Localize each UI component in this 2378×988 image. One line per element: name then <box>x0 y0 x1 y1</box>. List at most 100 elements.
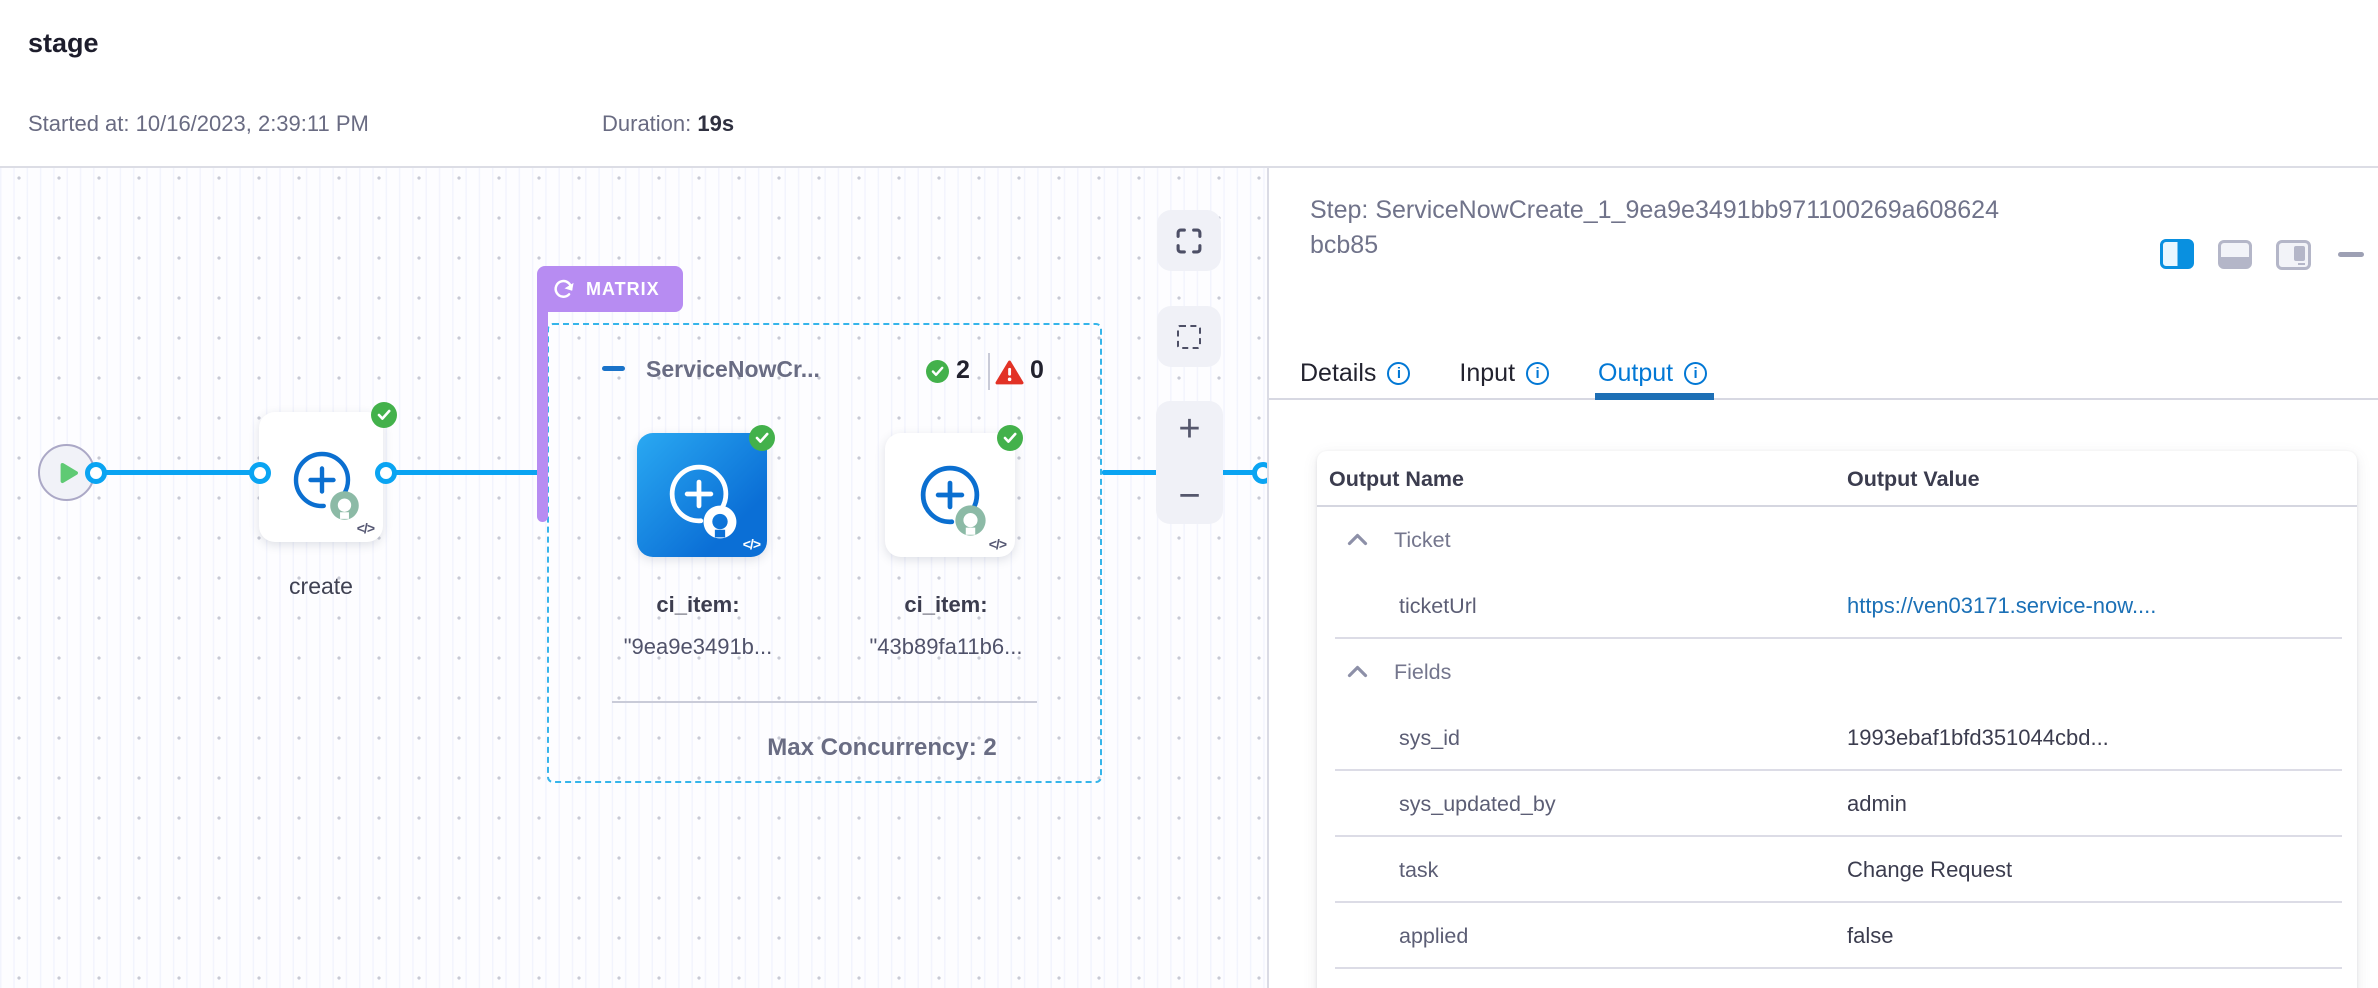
table-row: applied false <box>1317 903 2357 969</box>
port-start-out <box>85 462 107 484</box>
expand-icon <box>1175 227 1203 255</box>
matrix-count-separator <box>988 353 990 390</box>
create-node-label: create <box>254 573 388 600</box>
check-icon <box>1003 432 1017 444</box>
servicenow-logo-icon <box>953 503 988 538</box>
node-label-value: "9ea9e3491b... <box>596 634 800 660</box>
info-icon[interactable]: i <box>1684 362 1707 385</box>
check-icon <box>377 409 391 421</box>
warning-triangle-icon <box>995 360 1024 391</box>
port-create-out <box>375 462 397 484</box>
zoom-in-button[interactable]: + <box>1156 407 1223 451</box>
output-value: Change Request <box>1847 857 2012 883</box>
layout-floating-button[interactable] <box>2276 240 2311 270</box>
success-badge-icon <box>926 360 949 383</box>
create-step-node[interactable]: </> <box>259 412 383 542</box>
duration-label: Duration: <box>602 111 691 136</box>
code-icon: </> <box>989 536 1006 552</box>
output-name: ticketUrl <box>1399 594 1477 619</box>
fit-to-screen-button[interactable] <box>1157 210 1221 271</box>
minimize-panel-button[interactable] <box>2338 252 2364 257</box>
marquee-icon <box>1177 325 1201 349</box>
table-row: sys_updated_by admin <box>1317 771 2357 837</box>
code-icon: </> <box>743 536 760 552</box>
table-row: task Change Request <box>1317 837 2357 903</box>
tab-input-label: Input <box>1459 359 1515 388</box>
tab-output-label: Output <box>1598 359 1673 388</box>
port-create-in <box>249 462 271 484</box>
group-label: Ticket <box>1394 528 1451 553</box>
output-value: false <box>1847 923 1893 949</box>
tab-output[interactable]: Output i <box>1598 349 1707 398</box>
check-icon <box>755 432 769 444</box>
check-icon <box>931 366 944 377</box>
group-label: Fields <box>1394 660 1451 685</box>
step-tabs: Details i Input i Output i <box>1269 349 2378 400</box>
output-name: applied <box>1399 924 1468 949</box>
success-badge-icon <box>997 425 1023 451</box>
edge-create-to-matrix <box>386 470 544 475</box>
tab-details-label: Details <box>1300 359 1376 388</box>
node-label-key: ci_item: <box>844 592 1048 618</box>
table-group-row[interactable]: Fields <box>1317 639 2357 705</box>
duration-value: 19s <box>691 111 734 136</box>
execution-graph-screen: stage Started at: 10/16/2023, 2:39:11 PM… <box>0 0 2378 988</box>
table-row: ticketUrl https://ven03171.service-now...… <box>1317 573 2357 639</box>
layout-floating-inner <box>2294 246 2305 261</box>
node-label-key: ci_item: <box>596 592 800 618</box>
servicenow-logo-icon <box>701 503 739 541</box>
started-at-label: Started at: <box>28 111 130 136</box>
layout-bottom-button[interactable] <box>2218 240 2252 269</box>
output-name: sys_updated_by <box>1399 792 1556 817</box>
matrix-node-1[interactable]: </> <box>637 433 767 557</box>
output-table: Output Name Output Value Ticket ticketUrl… <box>1317 451 2357 988</box>
matrix-collapse-button[interactable] <box>602 366 625 371</box>
output-value: admin <box>1847 791 1907 817</box>
collapse-group-button[interactable] <box>1347 533 1368 551</box>
chevron-up-icon <box>1347 665 1368 678</box>
tab-details[interactable]: Details i <box>1300 349 1410 398</box>
column-output-name: Output Name <box>1329 467 1464 492</box>
loop-icon <box>551 278 577 300</box>
matrix-node-2[interactable]: </> <box>885 433 1015 557</box>
servicenow-logo-icon <box>328 489 361 522</box>
tab-input[interactable]: Input i <box>1459 349 1549 398</box>
column-output-value: Output Value <box>1847 467 1980 492</box>
layout-floating-dash <box>2298 263 2305 266</box>
matrix-success-count: 2 <box>956 356 970 385</box>
max-concurrency-label: Max Concurrency: 2 <box>682 734 1082 762</box>
started-at: Started at: 10/16/2023, 2:39:11 PM <box>28 111 369 137</box>
output-name: task <box>1399 858 1438 883</box>
table-group-row[interactable]: Ticket <box>1317 507 2357 573</box>
info-icon[interactable]: i <box>1526 362 1549 385</box>
node-label-value: "43b89fa11b6... <box>844 634 1048 660</box>
chevron-up-icon <box>1347 533 1368 546</box>
duration: Duration: 19s <box>602 111 734 137</box>
output-value: 1993ebaf1bfd351044cbd... <box>1847 725 2109 751</box>
matrix-fail-count: 0 <box>1030 356 1044 385</box>
matrix-badge-label: MATRIX <box>586 279 660 300</box>
edge-start-to-create <box>96 470 260 475</box>
success-badge-icon <box>749 425 775 451</box>
matrix-group-box[interactable] <box>547 323 1102 783</box>
output-name: sys_id <box>1399 726 1460 751</box>
layout-split-right-button[interactable] <box>2160 239 2194 269</box>
output-table-body: Ticket ticketUrl https://ven03171.service-… <box>1317 507 2357 969</box>
matrix-footer-divider <box>612 701 1037 703</box>
collapse-group-button[interactable] <box>1347 665 1368 683</box>
step-details-panel: Step: ServiceNowCreate_1_9ea9e3491bb9711… <box>1267 168 2378 988</box>
page-title: stage <box>28 28 99 59</box>
matrix-step-title[interactable]: ServiceNowCr... <box>646 356 820 383</box>
code-icon: </> <box>357 520 374 536</box>
port-canvas-exit <box>1252 462 1267 484</box>
marquee-select-button[interactable] <box>1157 306 1221 367</box>
started-at-value: 10/16/2023, 2:39:11 PM <box>130 111 369 136</box>
pipeline-canvas[interactable]: MATRIX ServiceNowCr... 2 0 </> <box>0 168 1267 988</box>
table-row: sys_id 1993ebaf1bfd351044cbd... <box>1317 705 2357 771</box>
play-icon <box>57 460 81 486</box>
success-badge-icon <box>371 402 397 428</box>
matrix-badge[interactable]: MATRIX <box>537 266 683 312</box>
info-icon[interactable]: i <box>1387 362 1410 385</box>
zoom-out-button[interactable]: − <box>1156 474 1223 518</box>
output-value-link[interactable]: https://ven03171.service-now.... <box>1847 593 2156 619</box>
